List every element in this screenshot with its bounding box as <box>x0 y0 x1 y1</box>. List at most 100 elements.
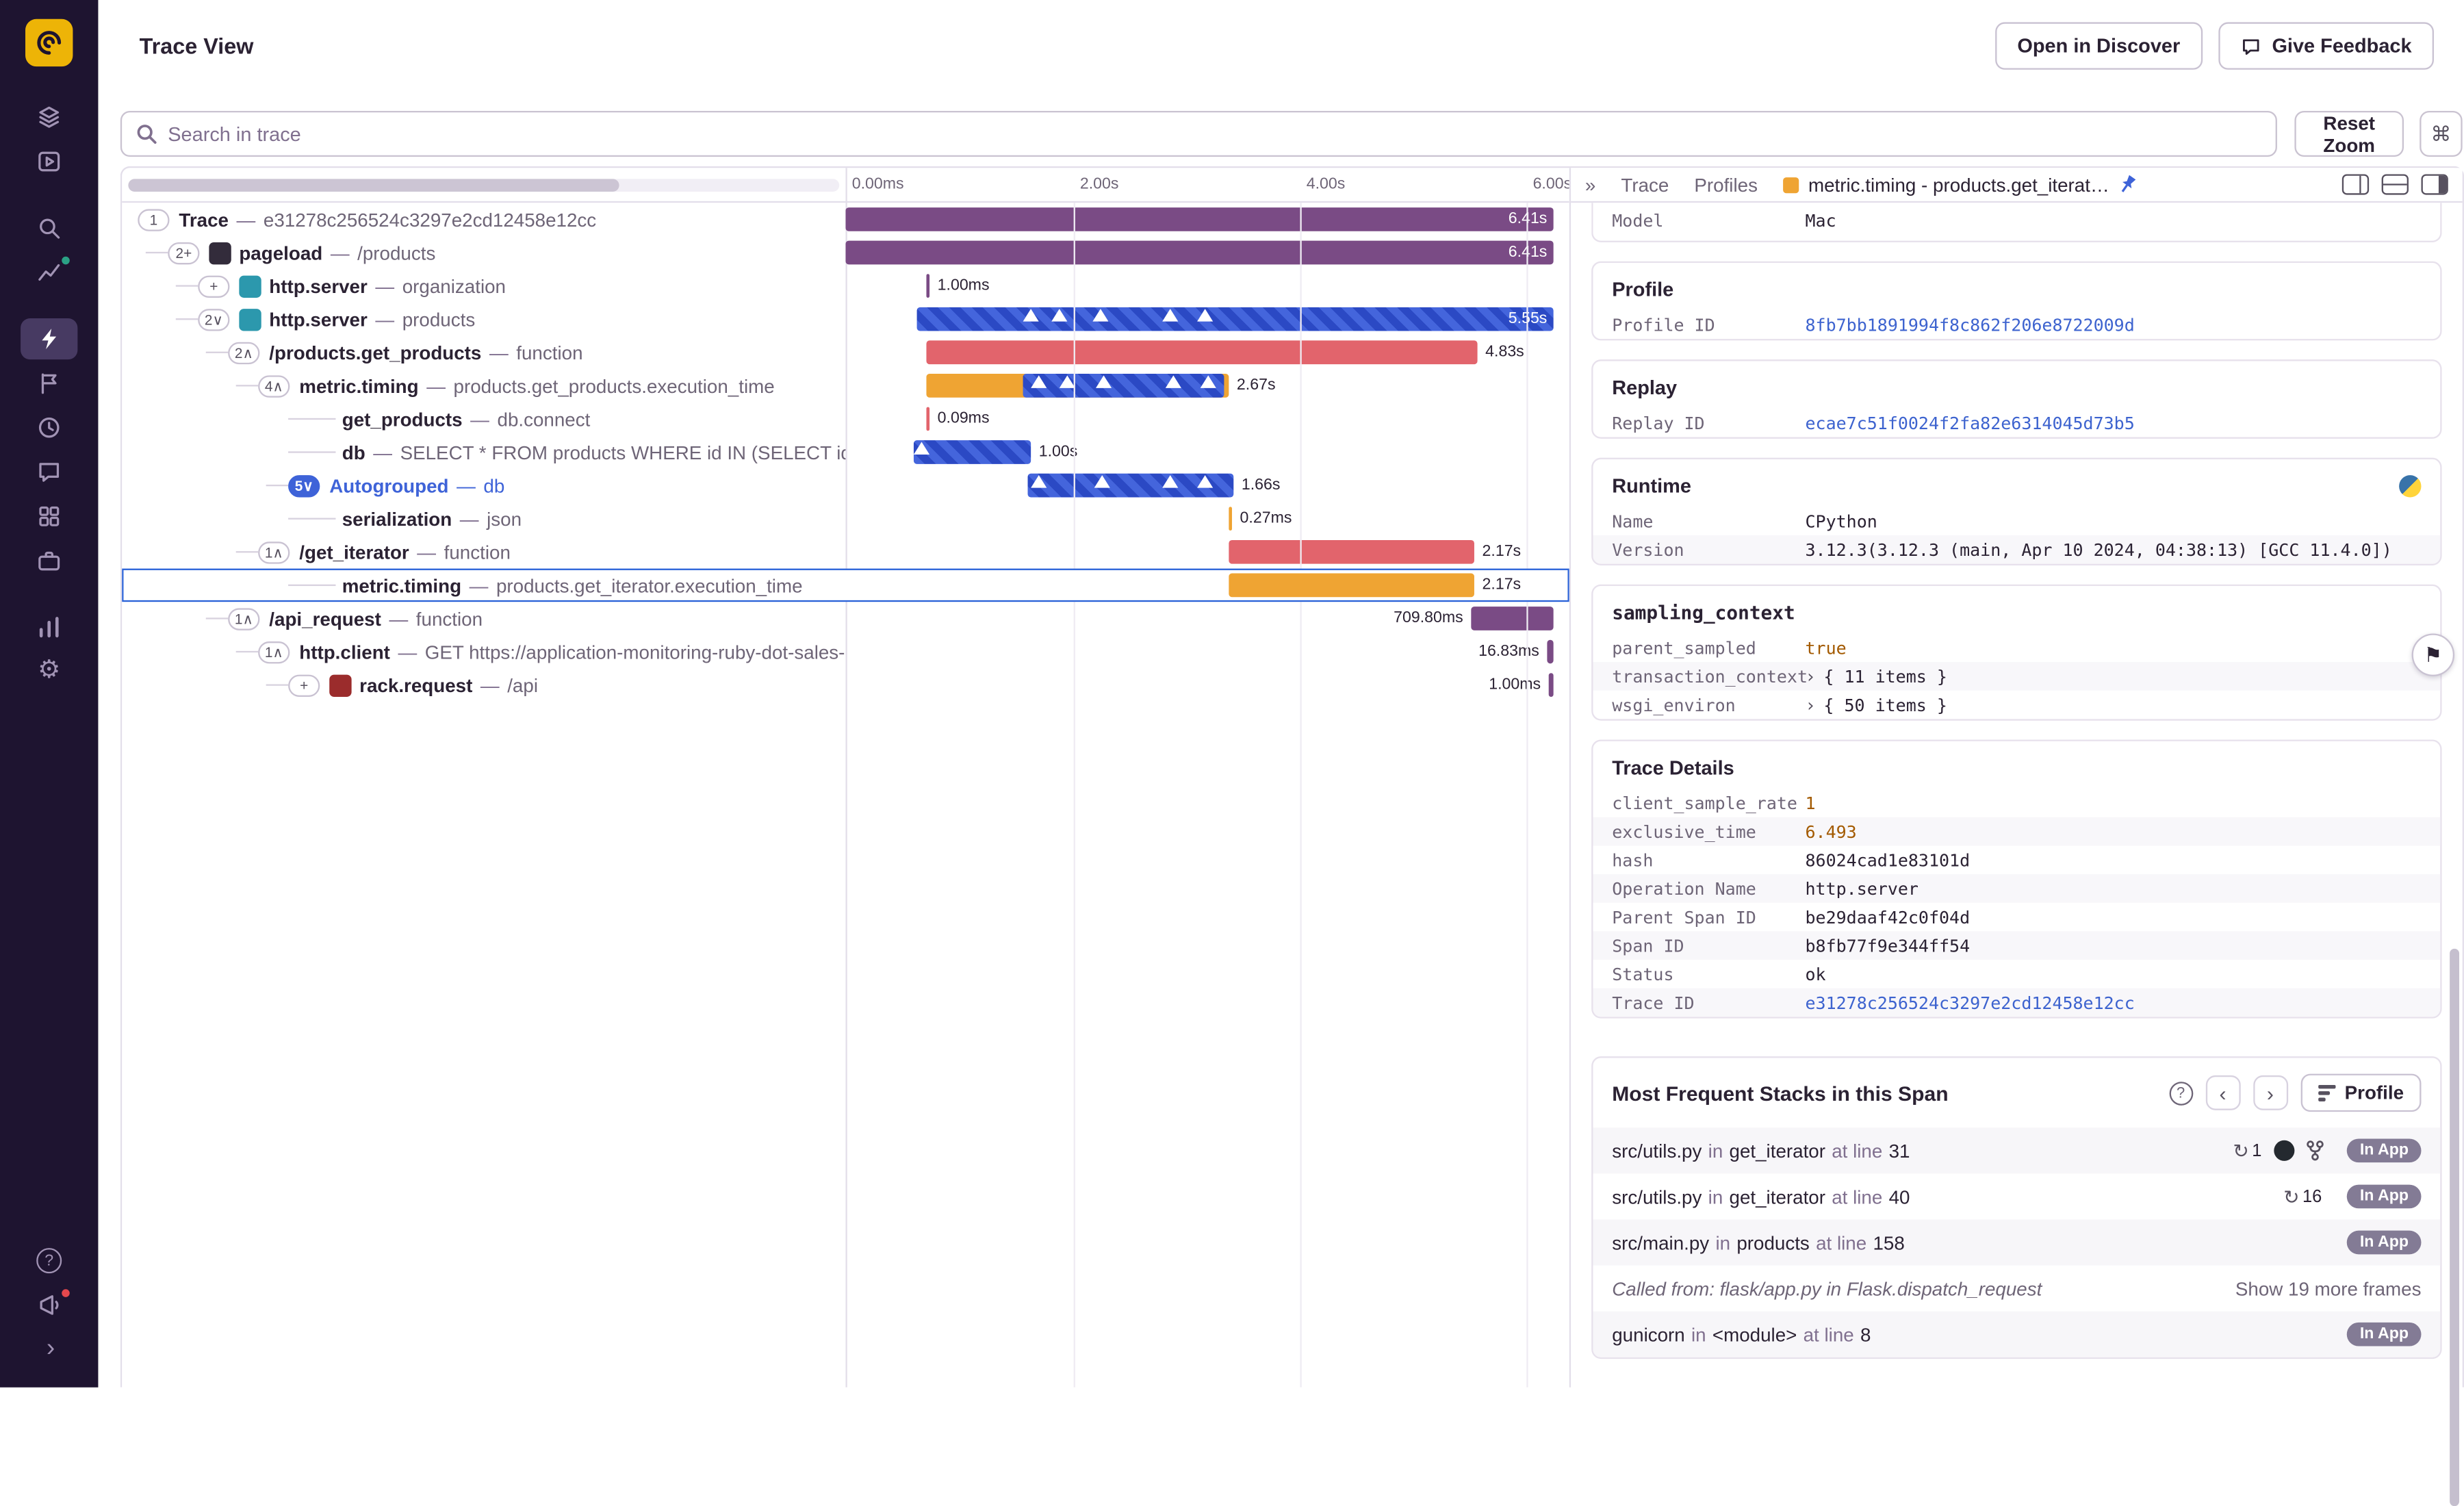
row-expand-badge[interactable]: 2∧ <box>228 341 260 363</box>
stats-icon[interactable] <box>21 252 77 293</box>
branch-icon[interactable] <box>2306 1140 2325 1161</box>
key: Parent Span ID <box>1612 906 1756 928</box>
help-circle-icon[interactable]: ? <box>2168 1081 2193 1105</box>
replays-icon[interactable] <box>21 141 77 182</box>
help-icon[interactable]: ? <box>21 1240 77 1281</box>
organization-icon[interactable] <box>21 540 77 581</box>
key-value-row[interactable]: transaction_context ›{ 11 items } <box>1593 662 2441 691</box>
search-icon[interactable] <box>21 207 77 248</box>
trace-row[interactable]: 5∨ Autogrouped — db 1.66s <box>122 469 1569 502</box>
span-duration-bar[interactable] <box>1471 607 1554 630</box>
value[interactable]: ecae7c51f0024f2fa82e6314045d73b5 <box>1806 413 2135 433</box>
dashboards-icon[interactable] <box>21 607 77 648</box>
layout-sidebar-right-icon[interactable] <box>2341 174 2370 195</box>
prev-stack-button[interactable]: ‹ <box>2205 1075 2240 1110</box>
row-expand-badge[interactable]: 4∧ <box>258 374 290 397</box>
trace-row[interactable]: 1∧ http.client — GET https://application-mo… <box>122 635 1569 669</box>
error-triangle-icon <box>1051 309 1068 322</box>
span-duration-bar[interactable]: 6.41s <box>845 207 1554 231</box>
row-expand-badge[interactable]: 1 <box>138 208 170 231</box>
trace-row[interactable]: + rack.request —/api 1.00ms <box>122 668 1569 702</box>
open-in-discover-button[interactable]: Open in Discover <box>1994 22 2203 70</box>
trace-row[interactable]: db — SELECT * FROM products WHERE id IN (S… <box>122 435 1569 469</box>
span-duration-bar[interactable] <box>913 440 1031 464</box>
row-expand-badge[interactable]: 1∧ <box>228 607 260 630</box>
stack-frame-row[interactable]: src/utils.py in get_iterator at line 40 ↻ 16 In… <box>1593 1173 2440 1219</box>
span-duration-bar[interactable] <box>926 274 930 298</box>
search-input[interactable] <box>168 123 2261 145</box>
crons-icon[interactable] <box>21 407 77 448</box>
stack-frame-row[interactable]: Called from: flask/app.py in Flask.dispa… <box>1593 1266 2440 1312</box>
panel-scrollbar[interactable] <box>2450 948 2460 1506</box>
trace-row[interactable]: metric.timing — products.get_iterator.exec… <box>122 568 1569 602</box>
horizontal-scrollbar-thumb[interactable] <box>128 179 619 192</box>
show-more-frames-link[interactable]: Show 19 more frames <box>2235 1277 2422 1299</box>
feedback-icon[interactable] <box>21 451 77 492</box>
layout-drawer-right-icon[interactable] <box>2421 174 2448 195</box>
row-expand-badge[interactable]: 1∧ <box>258 541 290 563</box>
trace-row[interactable]: + http.server — organization 1.00ms <box>122 269 1569 303</box>
expand-chevron-icon[interactable]: › <box>1806 666 1816 687</box>
github-icon[interactable] <box>2274 1140 2296 1161</box>
trace-search[interactable] <box>120 110 2277 157</box>
span-duration-bar[interactable] <box>1547 639 1554 664</box>
span-duration-bar[interactable] <box>1229 573 1474 598</box>
trace-row[interactable]: 2∧/products.get_products — function 4.83s <box>122 335 1569 369</box>
trace-row[interactable]: 1∧/api_request — function 709.80ms <box>122 602 1569 635</box>
profile-button[interactable]: Profile <box>2300 1073 2422 1112</box>
span-duration-bar[interactable] <box>926 340 1478 365</box>
horizontal-scrollbar[interactable] <box>128 179 840 192</box>
span-duration-bar[interactable] <box>926 407 930 431</box>
stack-frame-row[interactable]: src/main.py in products at line 158 In App <box>1593 1219 2441 1266</box>
expand-chevron-icon[interactable]: › <box>1806 695 1816 715</box>
row-expand-badge[interactable]: 1∧ <box>258 640 290 663</box>
collapse-sidebar-icon[interactable]: › <box>22 1329 79 1370</box>
span-label: 1∧/get_iterator — function <box>122 535 845 569</box>
whats-new-icon[interactable] <box>21 1284 77 1325</box>
key-value-row[interactable]: Trace ID e31278c256524c3297e2cd12458e12cc <box>1593 988 2441 1017</box>
value[interactable]: e31278c256524c3297e2cd12458e12cc <box>1806 992 2135 1012</box>
collapse-panel-icon[interactable]: » <box>1585 175 1595 194</box>
shortcuts-button[interactable]: ⌘ <box>2420 110 2463 157</box>
layout-split-horizontal-icon[interactable] <box>2381 174 2409 195</box>
row-expand-badge[interactable]: 5∨ <box>288 474 320 497</box>
trace-row[interactable]: get_products — db.connect 0.09ms <box>122 403 1569 436</box>
pin-icon[interactable] <box>2114 171 2140 198</box>
stack-frame-row[interactable]: gunicorn in <module> at line 8 In App <box>1593 1311 2441 1357</box>
trace-row[interactable]: serialization — json 0.27ms <box>122 502 1569 535</box>
give-feedback-button[interactable]: Give Feedback <box>2218 22 2435 70</box>
row-expand-badge[interactable]: + <box>198 275 230 297</box>
trace-row[interactable]: 1Trace—e31278c256524c3297e2cd12458e12cc6… <box>122 203 1569 236</box>
key-value-row[interactable]: Profile ID 8fb7bb1891994f8c862f206e872200… <box>1593 310 2440 339</box>
trace-row[interactable]: 2+pageload—/products6.41s <box>122 236 1569 270</box>
row-expand-badge[interactable]: 2+ <box>168 241 200 264</box>
key-value-row[interactable]: wsgi_environ ›{ 50 items } <box>1593 691 2440 719</box>
sentry-logo[interactable] <box>25 18 73 67</box>
traces-icon[interactable] <box>21 318 78 360</box>
projects-icon[interactable] <box>21 496 77 537</box>
trace-row[interactable]: 1∧/get_iterator — function 2.17s <box>122 535 1569 569</box>
row-expand-badge[interactable]: 2∨ <box>198 307 230 331</box>
span-label: metric.timing — products.get_iterator.exec… <box>122 569 845 602</box>
floating-feedback-button[interactable]: ⚑ <box>2411 633 2455 676</box>
tab-span-details[interactable]: metric.timing - products.get_iterat… <box>1782 173 2136 196</box>
key-value-row[interactable]: Replay ID ecae7c51f0024f2fa82e6314045d73b… <box>1593 409 2440 437</box>
trace-row[interactable]: 4∧ metric.timing — products.get_products.ex… <box>122 369 1569 403</box>
settings-icon[interactable]: ⚙ <box>21 651 77 692</box>
span-duration-bar[interactable] <box>1229 507 1232 531</box>
value[interactable]: 8fb7bb1891994f8c862f206e8722009d <box>1806 314 2135 335</box>
span-duration-bar[interactable]: 6.41s <box>845 240 1554 265</box>
span-duration-label: 0.09ms <box>937 410 990 428</box>
tab-trace[interactable]: Trace <box>1621 173 1669 195</box>
reset-zoom-button[interactable]: Reset Zoom <box>2294 110 2404 157</box>
stack-frame-row[interactable]: src/utils.py in get_iterator at line 31 ↻ 1 In … <box>1593 1127 2441 1174</box>
span-duration-bar[interactable] <box>1548 673 1554 697</box>
span-duration-bar[interactable]: 5.55s <box>916 307 1554 331</box>
next-stack-button[interactable]: › <box>2253 1075 2288 1110</box>
span-duration-bar[interactable] <box>1229 539 1474 564</box>
issues-icon[interactable] <box>21 97 77 138</box>
row-expand-badge[interactable]: + <box>288 674 320 696</box>
releases-icon[interactable] <box>21 363 77 404</box>
tab-profiles[interactable]: Profiles <box>1694 173 1758 195</box>
trace-row[interactable]: 2∨http.server—products5.55s <box>122 303 1569 336</box>
